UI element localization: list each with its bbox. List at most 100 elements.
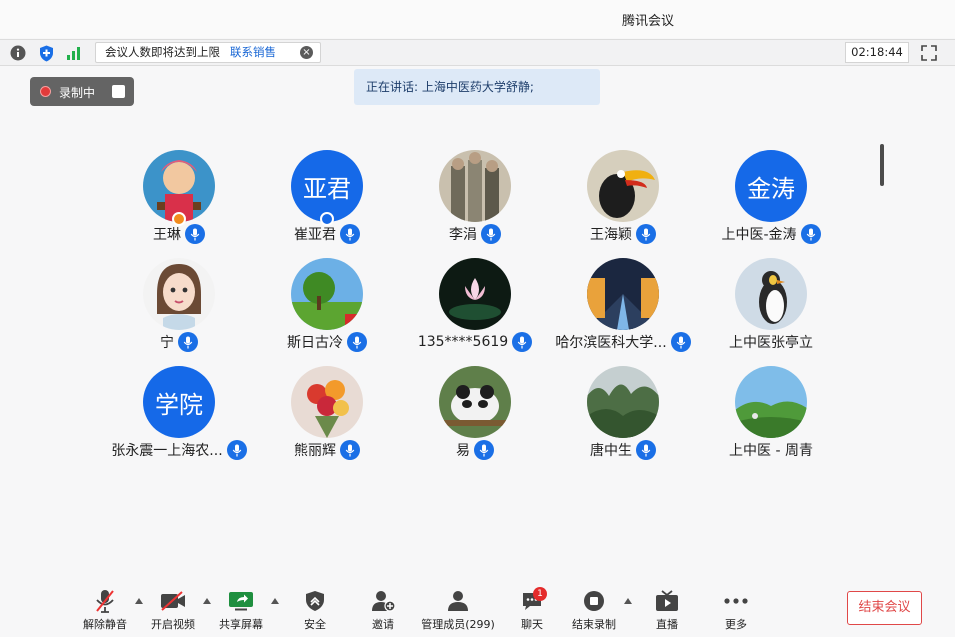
- participant-tile[interactable]: 王海颖: [549, 150, 697, 258]
- avatar: [587, 150, 659, 222]
- speaking-indicator: 正在讲话: 上海中医药大学舒静;: [354, 69, 600, 105]
- mic-icon[interactable]: [800, 224, 821, 244]
- participant-name-line: 唐中生: [549, 440, 697, 460]
- participant-tile[interactable]: 熊丽辉: [253, 366, 401, 474]
- camera-off-icon: [148, 588, 198, 614]
- chat-button[interactable]: 聊天: [507, 588, 557, 632]
- avatar: [143, 258, 215, 330]
- participant-name-line: 张永震一上海农...: [105, 440, 253, 460]
- capacity-notice: 会议人数即将达到上限 联系销售 ×: [95, 42, 321, 63]
- participant-name-line: 哈尔滨医科大学...: [549, 332, 697, 352]
- signal-icon[interactable]: [65, 44, 83, 62]
- unmute-label: 解除静音: [83, 618, 127, 631]
- notice-text: 会议人数即将达到上限: [105, 45, 220, 59]
- participant-name-line: 上中医张亭立: [697, 332, 845, 352]
- recording-label: 录制中: [59, 86, 96, 100]
- avatar: [291, 258, 363, 330]
- participant-name-line: 上中医 - 周青: [697, 440, 845, 460]
- close-notice-icon[interactable]: ×: [300, 46, 313, 59]
- avatar: [439, 150, 511, 222]
- participant-tile[interactable]: 上中医 - 周青: [697, 366, 845, 474]
- avatar: [439, 366, 511, 438]
- mic-icon[interactable]: [347, 332, 367, 352]
- stop-recording-label: 结束录制: [572, 618, 616, 631]
- stop-recording-square-icon[interactable]: [112, 85, 125, 98]
- mic-icon[interactable]: [474, 440, 494, 460]
- participant-name: 易: [456, 443, 470, 459]
- info-icon[interactable]: [9, 44, 27, 62]
- participant-name-line: 上中医-金涛: [697, 224, 845, 244]
- mic-icon[interactable]: [340, 224, 360, 244]
- mic-icon[interactable]: [636, 224, 656, 244]
- invite-button[interactable]: 邀请: [358, 588, 408, 632]
- mic-icon[interactable]: [512, 332, 533, 352]
- participant-tile[interactable]: 135****5619: [401, 258, 549, 366]
- contact-sales-link[interactable]: 联系销售: [230, 45, 276, 59]
- manage-members-label: 管理成员(299): [421, 618, 495, 631]
- participant-tile[interactable]: 上中医张亭立: [697, 258, 845, 366]
- chat-bubble-icon: [507, 588, 557, 614]
- participant-name-line: 易: [401, 440, 549, 460]
- unmute-button[interactable]: 解除静音: [80, 588, 130, 632]
- participant-name: 135****5619: [417, 334, 509, 350]
- participant-tile[interactable]: 宁: [105, 258, 253, 366]
- participant-tile[interactable]: 斯日古冷: [253, 258, 401, 366]
- participant-name: 李涓: [449, 227, 477, 243]
- participant-name-line: 135****5619: [401, 332, 549, 352]
- participant-name: 上中医 - 周青: [729, 443, 813, 459]
- participant-tile[interactable]: 学院 张永震一上海农...: [105, 366, 253, 474]
- participant-name: 王海颖: [590, 227, 632, 243]
- avatar: [291, 366, 363, 438]
- participant-name-line: 王琳: [105, 224, 253, 244]
- record-options-caret-icon[interactable]: [624, 598, 632, 604]
- participant-tile[interactable]: 唐中生: [549, 366, 697, 474]
- participant-name: 宁: [160, 335, 174, 351]
- audio-options-caret-icon[interactable]: [135, 598, 143, 604]
- invite-label: 邀请: [372, 618, 394, 631]
- participant-tile[interactable]: 亚君 崔亚君: [253, 150, 401, 258]
- avatar: 学院: [143, 366, 215, 438]
- add-person-icon: [358, 588, 408, 614]
- meeting-timer: 02:18:44: [845, 42, 909, 63]
- avatar: [587, 366, 659, 438]
- chat-unread-badge: 1: [533, 587, 547, 601]
- participant-name: 哈尔滨医科大学...: [555, 335, 667, 351]
- live-tv-icon: [642, 588, 692, 614]
- security-shield-icon: [290, 588, 340, 614]
- title-bar: 腾讯会议: [0, 0, 955, 38]
- start-video-button[interactable]: 开启视频: [148, 588, 198, 632]
- participant-tile[interactable]: 李涓: [401, 150, 549, 258]
- mic-icon[interactable]: [226, 440, 247, 460]
- participant-name: 上中医-金涛: [721, 227, 797, 243]
- share-screen-button[interactable]: 共享屏幕: [216, 588, 266, 632]
- participant-tile[interactable]: 哈尔滨医科大学...: [549, 258, 697, 366]
- mic-icon[interactable]: [340, 440, 360, 460]
- mic-icon[interactable]: [185, 224, 205, 244]
- mic-icon[interactable]: [178, 332, 198, 352]
- participant-tile[interactable]: 王琳: [105, 150, 253, 258]
- recording-dot-icon: [40, 86, 51, 97]
- chat-label: 聊天: [521, 618, 543, 631]
- stop-recording-button[interactable]: 结束录制: [568, 588, 620, 632]
- mic-icon[interactable]: [636, 440, 656, 460]
- security-button[interactable]: 安全: [290, 588, 340, 632]
- participant-name-line: 崔亚君: [253, 224, 401, 244]
- mic-icon[interactable]: [670, 332, 691, 352]
- fullscreen-icon[interactable]: [920, 44, 938, 62]
- more-button[interactable]: 更多: [711, 588, 761, 632]
- share-options-caret-icon[interactable]: [271, 598, 279, 604]
- participant-name: 斯日古冷: [287, 335, 343, 351]
- scrollbar[interactable]: [880, 144, 884, 186]
- manage-members-button[interactable]: 管理成员(299): [420, 588, 496, 632]
- share-screen-icon: [216, 588, 266, 614]
- mic-icon[interactable]: [481, 224, 501, 244]
- security-shield-icon[interactable]: [37, 44, 55, 62]
- participant-tile[interactable]: 金涛 上中医-金涛: [697, 150, 845, 258]
- video-options-caret-icon[interactable]: [203, 598, 211, 604]
- participant-name-line: 宁: [105, 332, 253, 352]
- live-stream-button[interactable]: 直播: [642, 588, 692, 632]
- avatar: [735, 258, 807, 330]
- participant-tile[interactable]: 易: [401, 366, 549, 474]
- participant-name-line: 斯日古冷: [253, 332, 401, 352]
- end-meeting-button[interactable]: 结束会议: [847, 591, 922, 625]
